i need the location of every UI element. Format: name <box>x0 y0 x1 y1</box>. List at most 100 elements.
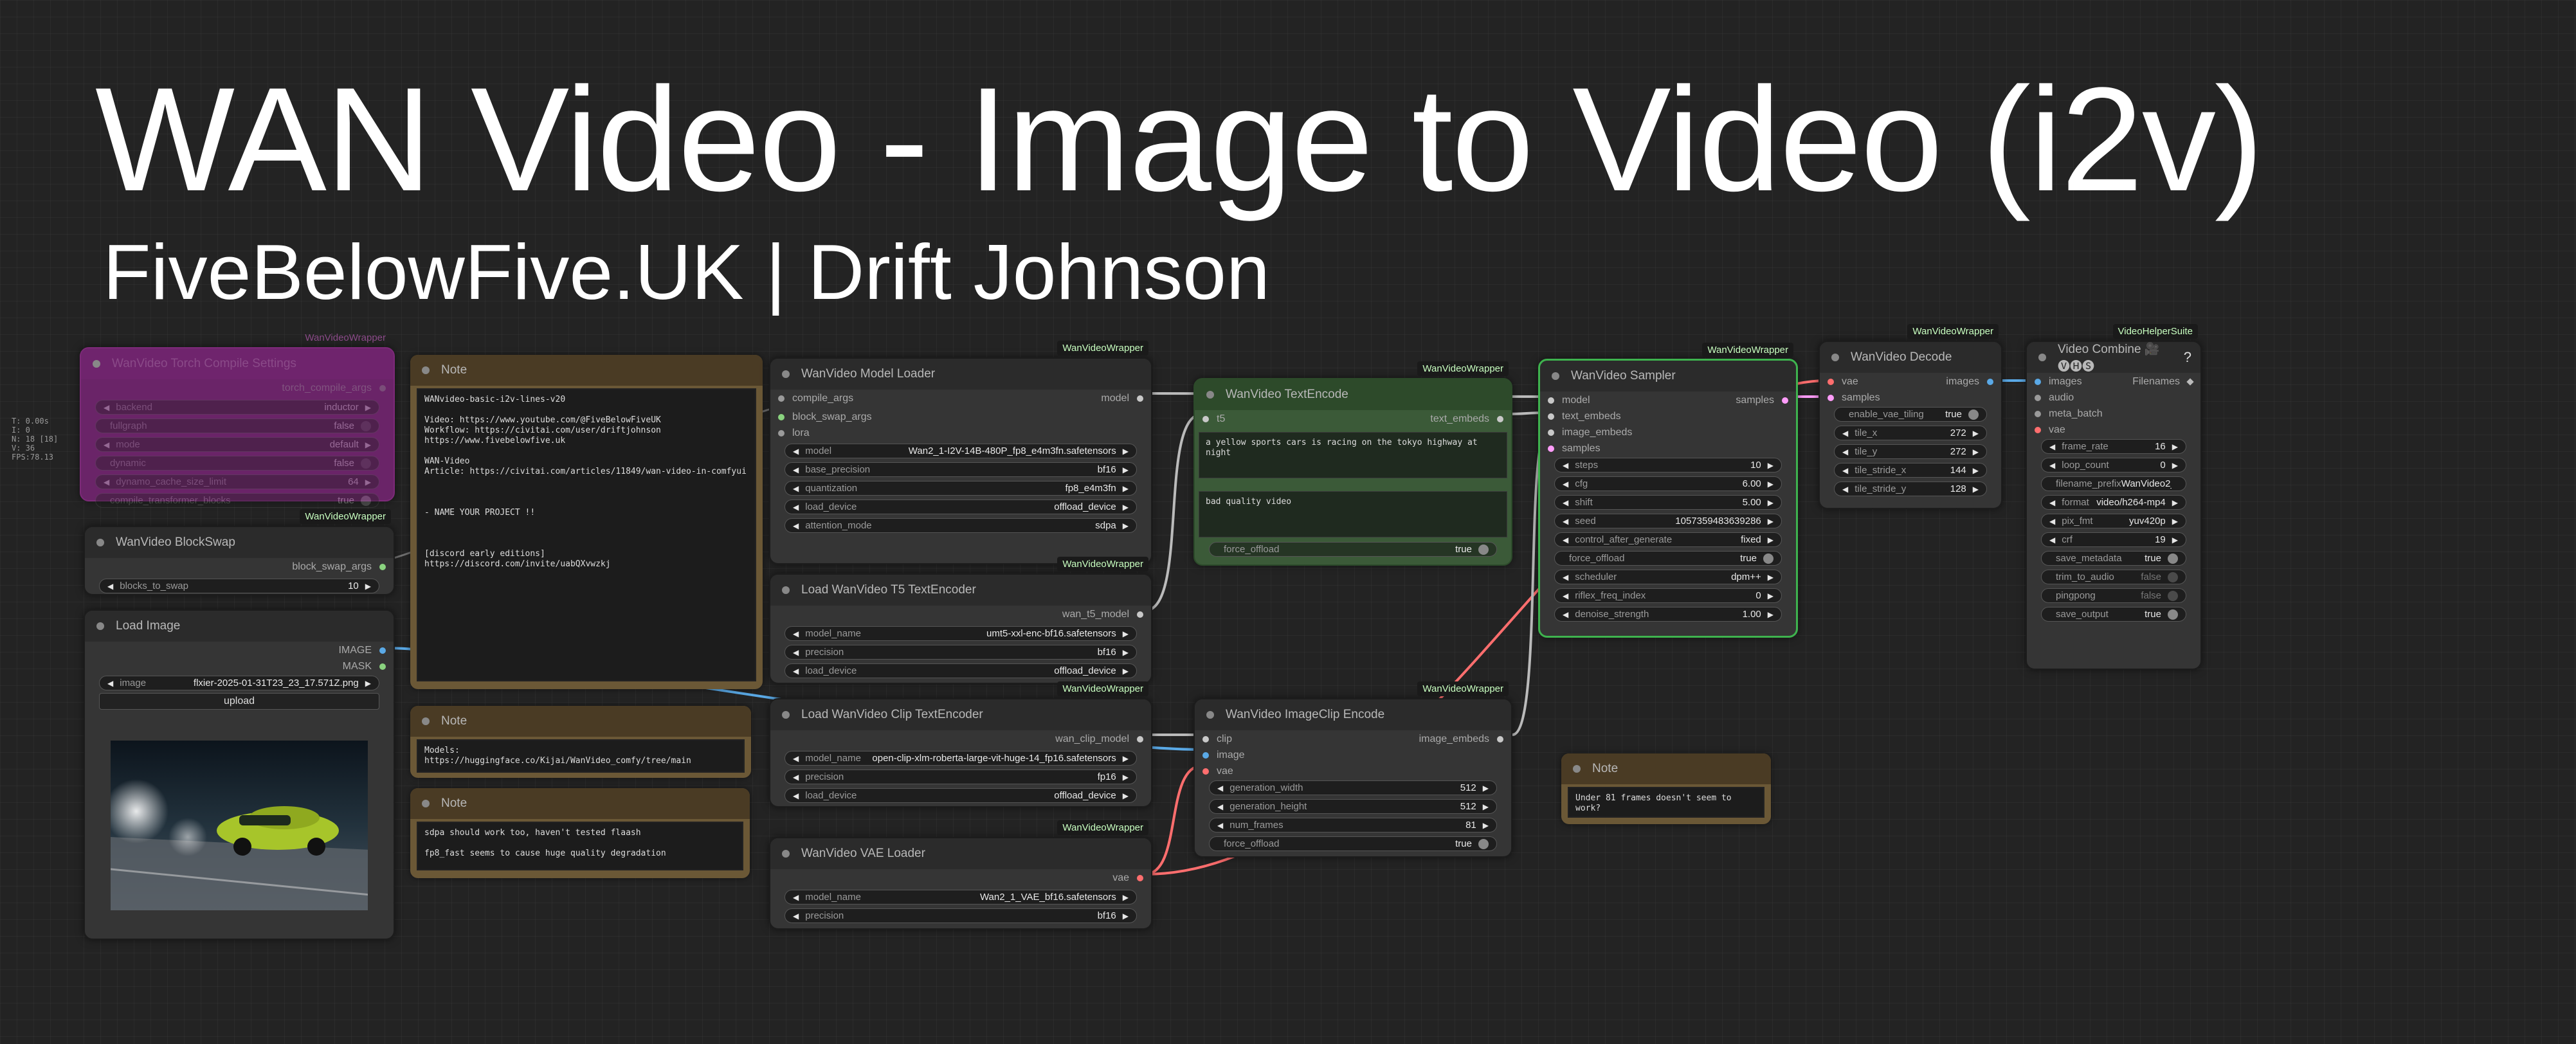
output-slot-images[interactable] <box>1987 379 1993 385</box>
widget-model-name[interactable]: ◀ model_name Wan2_1_VAE_bf16.safetensors ▶ <box>785 890 1137 905</box>
widget-save-output[interactable]: save_output true <box>2041 607 2186 622</box>
decrement-arrow[interactable]: ◀ <box>793 912 799 921</box>
output-slot-clip[interactable] <box>1137 736 1143 742</box>
increment-arrow[interactable]: ▶ <box>365 440 371 449</box>
node-header[interactable]: WanVideo ImageClip Encode <box>1195 699 1511 730</box>
increment-arrow[interactable]: ▶ <box>1123 893 1129 902</box>
widget-quantization[interactable]: ◀ quantization fp8_e4m3fn ▶ <box>785 481 1137 496</box>
collapse-dot[interactable] <box>96 539 104 546</box>
decrement-arrow[interactable]: ◀ <box>104 440 109 449</box>
widget-load-device[interactable]: ◀ load_device offload_device ▶ <box>785 500 1137 514</box>
increment-arrow[interactable]: ▶ <box>1123 503 1129 512</box>
positive-prompt[interactable] <box>1199 432 1507 478</box>
decrement-arrow[interactable]: ◀ <box>107 582 113 591</box>
input-slot-vae[interactable] <box>1202 768 1209 775</box>
decrement-arrow[interactable]: ◀ <box>793 773 799 782</box>
increment-arrow[interactable]: ▶ <box>1768 610 1773 619</box>
widget-model-name[interactable]: ◀ model_name umt5-xxl-enc-bf16.safetensors… <box>785 626 1137 641</box>
node-header[interactable]: WanVideo Decode <box>1820 342 2001 373</box>
increment-arrow[interactable]: ▶ <box>1123 912 1129 921</box>
input-slot-block-swap[interactable] <box>778 414 785 420</box>
toggle-switch[interactable] <box>361 458 371 469</box>
collapse-dot[interactable] <box>1831 354 1839 361</box>
negative-prompt[interactable] <box>1199 491 1507 537</box>
widget-precision[interactable]: ◀ precision fp16 ▶ <box>785 770 1137 784</box>
note-header[interactable]: Note <box>410 355 763 386</box>
output-slot-image[interactable] <box>379 647 386 654</box>
output-slot-image-embeds[interactable] <box>1497 736 1503 742</box>
input-slot-clip[interactable] <box>1202 736 1209 742</box>
decrement-arrow[interactable]: ◀ <box>1563 536 1568 544</box>
widget-load-device[interactable]: ◀ load_device offload_device ▶ <box>785 788 1137 803</box>
node-torch-compile[interactable]: WanVideoWrapper WanVideo Torch Compile S… <box>80 332 395 508</box>
decrement-arrow[interactable]: ◀ <box>793 791 799 800</box>
increment-arrow[interactable]: ▶ <box>1123 754 1129 763</box>
widget-tile-x[interactable]: ◀ tile_x 272 ▶ <box>1834 426 1987 440</box>
output-slot-t5[interactable] <box>1137 611 1143 618</box>
increment-arrow[interactable]: ▶ <box>1123 521 1129 530</box>
node-header[interactable]: Load WanVideo T5 TextEncoder <box>770 575 1151 606</box>
increment-arrow[interactable]: ▶ <box>365 478 371 487</box>
decrement-arrow[interactable]: ◀ <box>1563 480 1568 489</box>
decrement-arrow[interactable]: ◀ <box>1563 498 1568 507</box>
increment-arrow[interactable]: ▶ <box>1768 517 1773 526</box>
widget-force-offload[interactable]: force_offload true <box>1209 542 1497 557</box>
input-slot-images[interactable] <box>2035 379 2041 385</box>
widget-force-offload[interactable]: force_offload true <box>1209 836 1497 851</box>
note-text[interactable] <box>1568 787 1764 818</box>
toggle-switch[interactable] <box>361 495 371 506</box>
node-header[interactable]: WanVideo Model Loader <box>770 359 1151 390</box>
widget-precision[interactable]: ◀ precision bf16 ▶ <box>785 908 1137 923</box>
widget-pix-fmt[interactable]: ◀ pix_fmt yuv420p ▶ <box>2041 514 2186 528</box>
prev-arrow[interactable]: ◀ <box>107 679 113 688</box>
increment-arrow[interactable]: ▶ <box>1483 802 1489 811</box>
increment-arrow[interactable]: ▶ <box>1123 648 1129 657</box>
widget-enable-vae-tiling[interactable]: enable_vae_tiling true <box>1834 407 1987 422</box>
increment-arrow[interactable]: ▶ <box>1973 466 1979 475</box>
decrement-arrow[interactable]: ◀ <box>793 754 799 763</box>
collapse-dot[interactable] <box>96 622 104 630</box>
decrement-arrow[interactable]: ◀ <box>1842 485 1848 494</box>
widget-loop-count[interactable]: ◀ loop_count 0 ▶ <box>2041 458 2186 473</box>
widget-filename-prefix[interactable]: filename_prefixWanVideo2_1 <box>2041 476 2186 491</box>
increment-arrow[interactable]: ▶ <box>2172 536 2178 544</box>
input-slot-image[interactable] <box>1202 752 1209 759</box>
toggle-switch[interactable] <box>1968 409 1979 420</box>
toggle-switch[interactable] <box>361 420 371 431</box>
increment-arrow[interactable]: ▶ <box>1123 465 1129 474</box>
toggle-switch[interactable] <box>2168 572 2178 582</box>
collapse-dot[interactable] <box>1206 391 1214 399</box>
increment-arrow[interactable]: ▶ <box>1768 573 1773 582</box>
increment-arrow[interactable]: ▶ <box>1123 484 1129 493</box>
increment-arrow[interactable]: ▶ <box>1973 485 1979 494</box>
widget-frame-rate[interactable]: ◀ frame_rate 16 ▶ <box>2041 439 2186 454</box>
increment-arrow[interactable]: ▶ <box>1768 591 1773 600</box>
node-header[interactable]: Load Image <box>85 611 394 642</box>
input-slot-text-embeds[interactable] <box>1548 413 1554 420</box>
decrement-arrow[interactable]: ◀ <box>793 521 799 530</box>
widget-base-precision[interactable]: ◀ base_precision bf16 ▶ <box>785 462 1137 477</box>
output-slot[interactable] <box>379 385 386 392</box>
node-header[interactable]: WanVideo Torch Compile Settings <box>81 348 394 379</box>
node-header[interactable]: Load WanVideo Clip TextEncoder <box>770 699 1151 730</box>
widget-crf[interactable]: ◀ crf 19 ▶ <box>2041 532 2186 547</box>
collapse-dot[interactable] <box>782 850 790 858</box>
increment-arrow[interactable]: ▶ <box>1123 629 1129 638</box>
decrement-arrow[interactable]: ◀ <box>1563 573 1568 582</box>
decrement-arrow[interactable]: ◀ <box>1217 821 1223 830</box>
node-header[interactable]: WanVideo Sampler <box>1540 361 1796 392</box>
widget-denoise-strength[interactable]: ◀ denoise_strength 1.00 ▶ <box>1554 607 1782 622</box>
decrement-arrow[interactable]: ◀ <box>793 667 799 676</box>
collapse-dot[interactable] <box>1573 765 1581 773</box>
increment-arrow[interactable]: ▶ <box>365 403 371 412</box>
note-header[interactable]: Note <box>410 706 751 737</box>
node-clip-encoder[interactable]: WanVideoWrapper Load WanVideo Clip TextE… <box>769 681 1152 807</box>
toggle-switch[interactable] <box>2168 590 2178 601</box>
decrement-arrow[interactable]: ◀ <box>1217 802 1223 811</box>
widget-save-metadata[interactable]: save_metadata true <box>2041 551 2186 566</box>
collapse-dot[interactable] <box>782 370 790 378</box>
toggle-switch[interactable] <box>1478 544 1489 555</box>
node-t5-encoder[interactable]: WanVideoWrapper Load WanVideo T5 TextEnc… <box>769 557 1152 684</box>
widget-control-after-generate[interactable]: ◀ control_after_generate fixed ▶ <box>1554 532 1782 547</box>
increment-arrow[interactable]: ▶ <box>1123 667 1129 676</box>
